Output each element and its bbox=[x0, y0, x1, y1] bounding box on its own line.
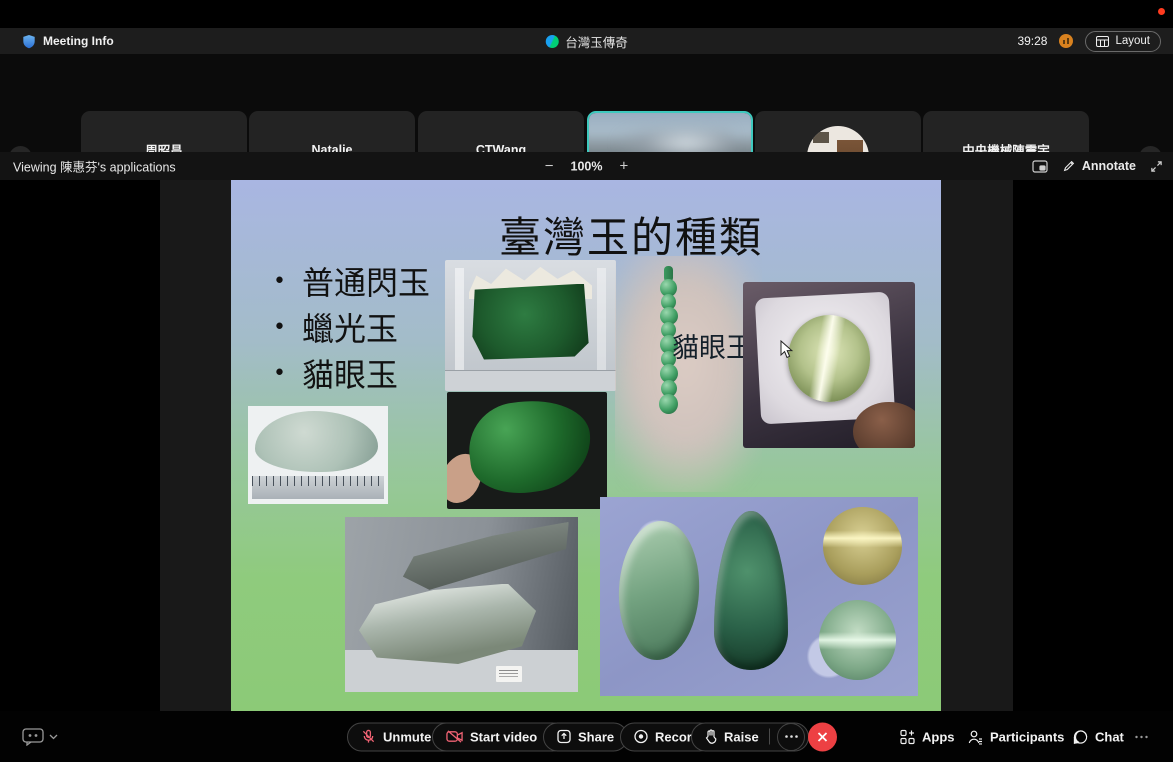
photo-rough-jade-in-hand bbox=[447, 392, 607, 509]
system-menubar bbox=[0, 0, 1173, 28]
photo-jade-with-ruler bbox=[248, 406, 388, 504]
layout-label: Layout bbox=[1115, 35, 1150, 47]
meeting-info-button[interactable]: Meeting Info bbox=[22, 34, 114, 49]
bullet-item: 貓眼玉 bbox=[302, 350, 398, 396]
bullet-item: 普通閃玉 bbox=[302, 258, 430, 304]
mic-off-icon bbox=[361, 729, 376, 745]
share-screen-icon bbox=[557, 730, 571, 744]
photo-museum-specimens bbox=[345, 517, 578, 692]
raised-hand-icon bbox=[705, 729, 717, 744]
viewing-status-text: Viewing 陳惠芬's applications bbox=[13, 157, 176, 176]
close-x-icon bbox=[817, 731, 828, 742]
caption-control[interactable] bbox=[22, 728, 58, 746]
zoom-out-button[interactable]: − bbox=[545, 159, 554, 174]
camera-off-icon bbox=[446, 730, 463, 744]
bullet-item: 蠟光玉 bbox=[302, 304, 398, 350]
mouse-cursor bbox=[780, 340, 793, 359]
shared-slide: 臺灣玉的種類 • 普通閃玉 • 蠟光玉 • 貓眼玉 bbox=[231, 180, 941, 711]
participants-button[interactable]: Participants bbox=[968, 729, 1064, 744]
photo-jade-bead-strand bbox=[615, 256, 762, 492]
annotate-button[interactable]: Annotate bbox=[1062, 159, 1136, 173]
leave-meeting-button[interactable] bbox=[808, 722, 837, 751]
more-options-button[interactable] bbox=[777, 723, 805, 751]
photo-polished-jades bbox=[600, 497, 918, 696]
apps-grid-icon bbox=[900, 729, 915, 744]
zoom-level[interactable]: 100% bbox=[571, 159, 603, 173]
participants-icon bbox=[968, 729, 983, 744]
photo-jade-display-case bbox=[445, 260, 616, 391]
meeting-title-area: 台灣玉傳奇 bbox=[545, 32, 628, 51]
record-icon bbox=[634, 730, 648, 744]
share-button[interactable]: Share bbox=[543, 722, 628, 751]
meeting-title: 台灣玉傳奇 bbox=[565, 32, 628, 51]
pen-icon bbox=[1062, 159, 1076, 173]
layout-button[interactable]: Layout bbox=[1085, 31, 1161, 52]
shared-content-stage: 臺灣玉的種類 • 普通閃玉 • 蠟光玉 • 貓眼玉 bbox=[0, 180, 1173, 711]
chat-bubble-icon bbox=[1073, 729, 1088, 744]
meeting-header: Meeting Info 台灣玉傳奇 39:28 Layout bbox=[0, 28, 1173, 54]
webex-logo-icon bbox=[545, 35, 558, 48]
apps-button[interactable]: Apps bbox=[900, 729, 955, 744]
recording-indicator-dot bbox=[1158, 8, 1165, 15]
shield-icon bbox=[22, 34, 36, 49]
ellipsis-icon bbox=[1135, 735, 1148, 738]
connection-quality-icon[interactable] bbox=[1059, 34, 1073, 48]
ellipsis-icon bbox=[785, 735, 798, 738]
chat-button[interactable]: Chat bbox=[1073, 729, 1124, 744]
zoom-in-button[interactable]: + bbox=[619, 159, 628, 174]
chevron-down-icon bbox=[49, 734, 58, 740]
viewing-toolbar: Viewing 陳惠芬's applications − 100% + Anno… bbox=[0, 152, 1173, 180]
overflow-menu-button[interactable] bbox=[1135, 735, 1148, 738]
slide-bullet-list: • 普通閃玉 • 蠟光玉 • 貓眼玉 bbox=[273, 258, 430, 396]
participant-filmstrip: ‹ 周昭昌 ? Unverified Natalie ? Unverified bbox=[0, 54, 1173, 152]
webex-meeting-window: Meeting Info 台灣玉傳奇 39:28 Layout ‹ 周昭昌 bbox=[0, 0, 1173, 762]
meeting-timer: 39:28 bbox=[1017, 34, 1047, 48]
meeting-info-label: Meeting Info bbox=[43, 34, 114, 48]
photo-cats-eye-cabochon bbox=[743, 282, 915, 448]
expand-icon[interactable] bbox=[1150, 160, 1163, 173]
meeting-control-bar: Unmute Start video Share Record bbox=[0, 711, 1173, 762]
slide-inline-label: 貓眼玉 bbox=[672, 326, 753, 365]
layout-grid-icon bbox=[1096, 36, 1109, 47]
captions-icon bbox=[22, 728, 44, 746]
pop-out-icon[interactable] bbox=[1032, 160, 1048, 173]
